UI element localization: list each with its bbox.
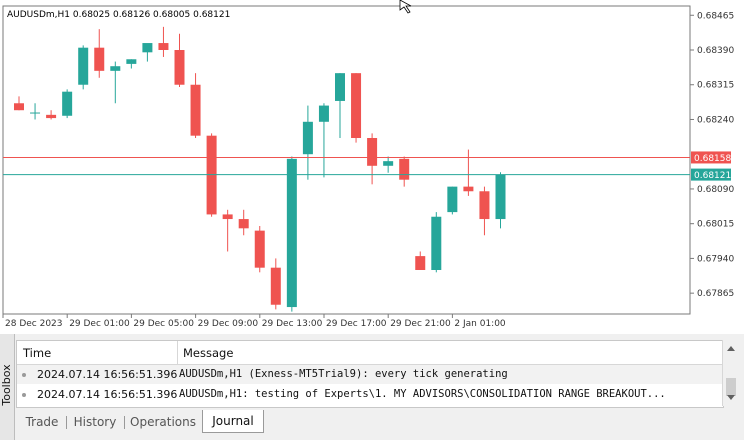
- y-tick-label: 0.67865: [697, 289, 734, 299]
- journal-row-message: AUDUSDm,H1: testing of Experts\1. MY ADV…: [179, 388, 666, 400]
- y-tick-label: 0.68090: [697, 185, 734, 195]
- price-chart[interactable]: AUDUSDm,H1 0.68025 0.68126 0.68005 0.681…: [0, 0, 744, 334]
- x-tick-label: 28 Dec 2023: [5, 319, 63, 329]
- y-tick-label: 0.68390: [697, 46, 734, 56]
- candle-body: [335, 73, 345, 101]
- candle-body: [158, 43, 169, 50]
- candle-body: [78, 47, 89, 85]
- log-info-icon: [22, 373, 26, 377]
- tab-journal[interactable]: Journal: [202, 410, 264, 433]
- column-header-message[interactable]: Message: [183, 346, 233, 360]
- column-header-time[interactable]: Time: [23, 346, 51, 360]
- column-divider[interactable]: [177, 341, 178, 364]
- scroll-down-icon[interactable]: [727, 395, 735, 400]
- candle-body: [463, 186, 474, 192]
- candle-body: [222, 214, 233, 220]
- y-tick-label: 0.68465: [697, 11, 734, 21]
- candle-body: [495, 174, 506, 220]
- journal-row-time: 2024.07.14 16:56:51.396: [37, 368, 178, 381]
- ask-label: 0.68158: [694, 154, 731, 164]
- toolbox-side-bar[interactable]: Toolbox: [0, 334, 15, 440]
- candle-body: [14, 103, 24, 111]
- journal-scrollbar[interactable]: [722, 340, 740, 406]
- candle-body: [110, 66, 121, 71]
- x-tick-label: 29 Dec 05:00: [133, 319, 194, 329]
- journal-row[interactable]: 2024.07.14 16:56:51.396 AUDUSDm,H1: test…: [17, 385, 723, 404]
- candle-body: [174, 50, 185, 85]
- bid-label: 0.68121: [694, 171, 731, 181]
- candle-body: [94, 47, 105, 71]
- toolbox-label: Toolbox: [0, 364, 13, 406]
- journal-table[interactable]: Time Message 2024.07.14 16:56:51.396 AUD…: [16, 340, 724, 408]
- candle-body: [286, 158, 297, 308]
- scroll-thumb[interactable]: [726, 378, 736, 396]
- x-axis: 28 Dec 2023 29 Dec 01:00 29 Dec 05:00 29 De…: [2, 314, 506, 329]
- candle-body: [238, 219, 249, 229]
- candle-body: [399, 158, 410, 180]
- symbol-info: AUDUSDm,H1 0.68025 0.68126 0.68005 0.681…: [7, 10, 230, 20]
- candle-body: [351, 73, 362, 138]
- y-tick-label: 0.68240: [697, 115, 734, 125]
- candle-body: [142, 43, 153, 53]
- y-tick-label: 0.68315: [697, 81, 734, 91]
- candle-body: [479, 191, 490, 220]
- tab-divider: [66, 416, 67, 429]
- candle-body: [62, 91, 73, 116]
- candle-body: [447, 186, 458, 213]
- tab-history[interactable]: History: [68, 411, 122, 433]
- candle-body: [383, 161, 394, 166]
- candle-body: [190, 84, 201, 136]
- tab-trade[interactable]: Trade: [20, 411, 64, 433]
- chart-window[interactable]: AUDUSDm,H1 0.68025 0.68126 0.68005 0.681…: [0, 0, 744, 334]
- candle-body: [431, 216, 442, 270]
- tab-operations[interactable]: Operations: [126, 411, 200, 433]
- candle-body: [30, 112, 41, 114]
- candle-body: [254, 230, 265, 268]
- candle-body: [302, 121, 313, 155]
- journal-header: Time Message: [17, 341, 723, 365]
- x-tick-label: 2 Jan 01:00: [454, 319, 506, 329]
- journal-row-message: AUDUSDm,H1 (Exness-MT5Trial9): every tic…: [179, 368, 508, 380]
- log-info-icon: [22, 393, 26, 397]
- y-tick-label: 0.68015: [697, 220, 734, 230]
- journal-row[interactable]: 2024.07.14 16:56:51.396 AUDUSDm,H1 (Exne…: [17, 365, 723, 384]
- x-tick-label: 29 Dec 17:00: [326, 319, 387, 329]
- x-tick-label: 29 Dec 09:00: [198, 319, 259, 329]
- x-tick-label: 29 Dec 21:00: [390, 319, 451, 329]
- candle-body: [415, 256, 426, 270]
- x-tick-label: 29 Dec 01:00: [69, 319, 130, 329]
- journal-row-time: 2024.07.14 16:56:51.396: [37, 388, 178, 401]
- scroll-up-icon[interactable]: [727, 346, 735, 351]
- candle-body: [126, 59, 137, 64]
- x-tick-label: 29 Dec 13:00: [262, 319, 323, 329]
- tab-divider: [124, 416, 125, 429]
- candle-body: [367, 138, 378, 166]
- candle-body: [270, 267, 281, 305]
- candle-body: [318, 105, 329, 122]
- y-tick-label: 0.67940: [697, 254, 734, 264]
- candle-body: [46, 114, 57, 119]
